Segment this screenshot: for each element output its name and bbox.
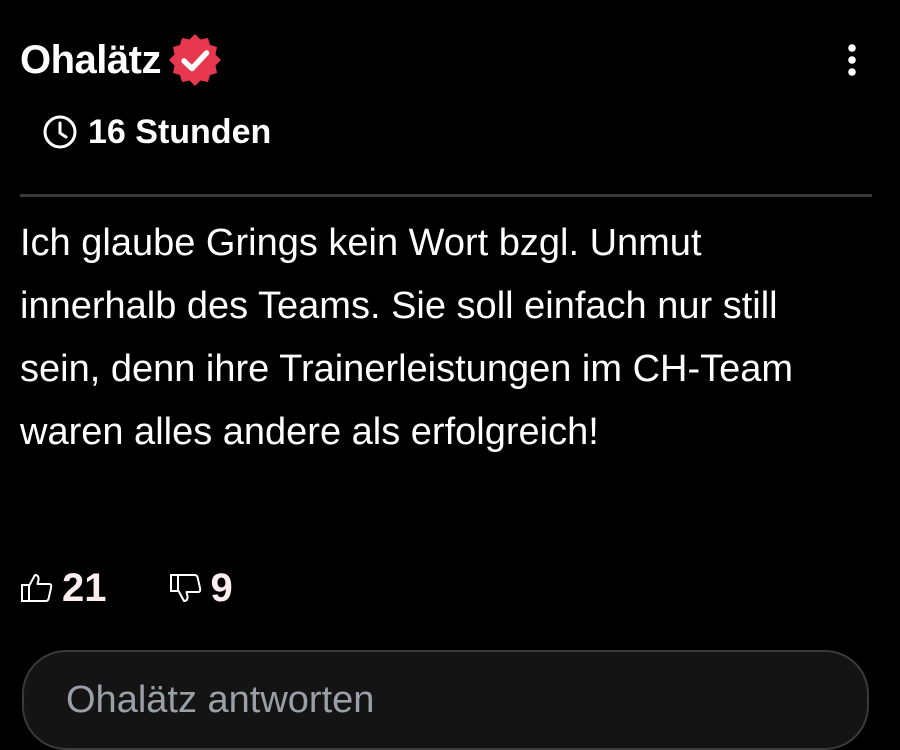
timestamp-label: 16 Stunden bbox=[88, 112, 272, 151]
author-name[interactable]: Ohalätz bbox=[20, 38, 161, 83]
downvote-count: 9 bbox=[210, 565, 233, 610]
reply-input[interactable] bbox=[66, 678, 826, 722]
upvote-count: 21 bbox=[62, 565, 107, 610]
comment-timestamp: 16 Stunden bbox=[42, 110, 271, 154]
comment-header: Ohalätz bbox=[20, 32, 225, 88]
clock-icon bbox=[43, 115, 77, 149]
reply-field-container[interactable] bbox=[22, 650, 869, 750]
more-vertical-icon bbox=[848, 44, 856, 76]
divider bbox=[20, 194, 872, 197]
comment-card: Ohalätz 16 Stunden Ich glaube Grings kei… bbox=[0, 0, 900, 750]
upvote-button[interactable]: 21 bbox=[20, 566, 107, 611]
thumbs-down-icon bbox=[169, 574, 201, 602]
verified-badge-icon bbox=[165, 30, 225, 90]
more-options-button[interactable] bbox=[832, 38, 872, 82]
downvote-button[interactable]: 9 bbox=[169, 566, 233, 611]
vote-bar: 21 9 bbox=[20, 560, 233, 616]
comment-text: Ich glaube Grings kein Wort bzgl. Unmut … bbox=[20, 222, 794, 453]
thumbs-up-icon bbox=[21, 574, 53, 602]
